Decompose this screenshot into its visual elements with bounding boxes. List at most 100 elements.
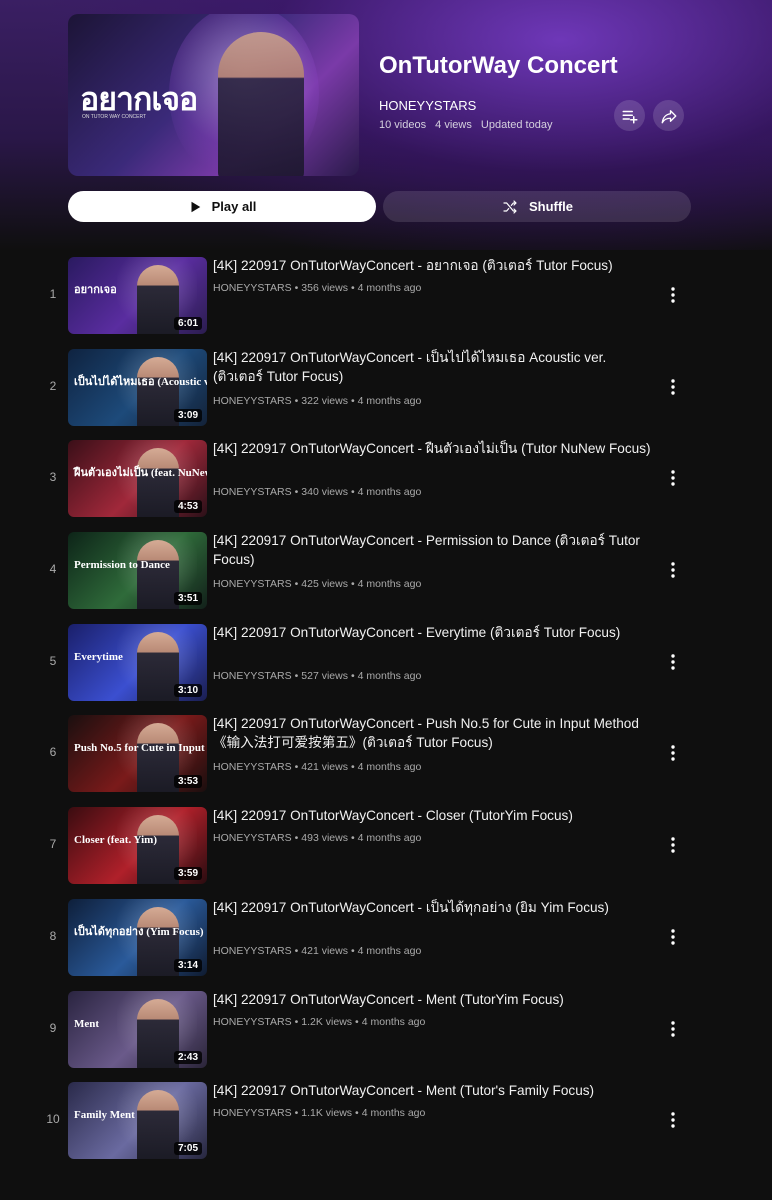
separator-dot: • xyxy=(294,761,299,774)
save-playlist-button[interactable] xyxy=(614,100,645,131)
separator-dot: • xyxy=(294,832,299,845)
video-row[interactable]: 10 Family Ment 7:05 [4K] 220917 OnTutorW… xyxy=(0,1081,772,1173)
shuffle-icon xyxy=(503,199,517,214)
video-meta: HONEYYSTARS • 356 views • 4 months ago xyxy=(213,282,421,294)
video-row[interactable]: 9 Ment 2:43 [4K] 220917 OnTutorWayConcer… xyxy=(0,990,772,1082)
video-age: 4 months ago xyxy=(361,1015,426,1028)
channel-name[interactable]: HONEYYSTARS xyxy=(213,945,292,957)
playlist-stats: 10 videos 4 views Updated today xyxy=(379,119,558,131)
more-actions-button[interactable] xyxy=(664,284,682,306)
video-row[interactable]: 3 ฝืนตัวเองไม่เป็น (feat. NuNew) 4:53 [4… xyxy=(0,439,772,531)
video-row[interactable]: 6 Push No.5 for Cute in Input Method 3:5… xyxy=(0,714,772,806)
more-actions-button[interactable] xyxy=(664,834,682,856)
video-thumbnail[interactable]: อยากเจอ 6:01 xyxy=(68,257,207,334)
channel-name[interactable]: HONEYYSTARS xyxy=(213,670,292,682)
video-duration: 3:59 xyxy=(173,867,202,881)
channel-name[interactable]: HONEYYSTARS xyxy=(213,1107,292,1119)
video-title[interactable]: [4K] 220917 OnTutorWayConcert - Everytim… xyxy=(213,623,657,642)
performer-image xyxy=(137,998,179,1068)
video-title[interactable]: [4K] 220917 OnTutorWayConcert - เป็นไปได… xyxy=(213,348,657,386)
performer-image xyxy=(137,540,179,610)
video-thumbnail[interactable]: เป็นไปได้ไหมเธอ (Acoustic ver.) 3:09 xyxy=(68,348,207,426)
video-title[interactable]: [4K] 220917 OnTutorWayConcert - Push No.… xyxy=(213,714,657,752)
more-actions-button[interactable] xyxy=(664,651,682,673)
more-actions-button[interactable] xyxy=(664,467,682,489)
video-thumbnail[interactable]: Ment 2:43 xyxy=(68,990,207,1068)
video-duration: 7:05 xyxy=(173,1142,202,1156)
video-row[interactable]: 7 Closer (feat. Yim) 3:59 [4K] 220917 On… xyxy=(0,806,772,898)
video-age: 4 months ago xyxy=(357,394,422,407)
video-age: 4 months ago xyxy=(361,1107,426,1120)
more-vert-icon xyxy=(671,287,675,303)
video-row[interactable]: 5 Everytime 3:10 [4K] 220917 OnTutorWayC… xyxy=(0,623,772,715)
separator-dot: • xyxy=(350,578,355,591)
thumbnail-label: เป็นไปได้ไหมเธอ (Acoustic ver.) xyxy=(74,375,207,388)
separator-dot: • xyxy=(350,761,355,774)
more-actions-button[interactable] xyxy=(664,376,682,398)
video-row[interactable]: 1 อยากเจอ 6:01 [4K] 220917 OnTutorWayCon… xyxy=(0,256,772,348)
video-thumbnail[interactable]: Permission to Dance 3:51 xyxy=(68,532,207,610)
video-duration: 3:53 xyxy=(173,775,202,789)
more-vert-icon xyxy=(671,929,675,945)
video-row[interactable]: 4 Permission to Dance 3:51 [4K] 220917 O… xyxy=(0,531,772,623)
video-title[interactable]: [4K] 220917 OnTutorWayConcert - ฝืนตัวเอ… xyxy=(213,439,657,458)
channel-name[interactable]: HONEYYSTARS xyxy=(213,486,292,498)
shuffle-button[interactable]: Shuffle xyxy=(383,191,691,222)
video-duration: 6:01 xyxy=(173,317,202,330)
video-duration: 3:51 xyxy=(173,592,202,606)
more-actions-button[interactable] xyxy=(664,742,682,764)
channel-name[interactable]: HONEYYSTARS xyxy=(213,578,292,590)
video-thumbnail[interactable]: เป็นได้ทุกอย่าง (Yim Focus) 3:14 xyxy=(68,898,207,976)
video-thumbnail[interactable]: Push No.5 for Cute in Input Method 3:53 xyxy=(68,715,207,793)
updated-label: Updated today xyxy=(480,119,553,131)
video-thumbnail[interactable]: Family Ment 7:05 xyxy=(68,1082,207,1160)
video-meta: HONEYYSTARS • 425 views • 4 months ago xyxy=(213,578,421,590)
video-title[interactable]: [4K] 220917 OnTutorWayConcert - Permissi… xyxy=(213,531,657,569)
playlist-thumbnail[interactable]: อยากเจอ ON TUTOR WAY CONCERT xyxy=(68,14,359,176)
channel-name[interactable]: HONEYYSTARS xyxy=(213,832,292,844)
channel-name[interactable]: HONEYYSTARS xyxy=(213,282,292,294)
more-actions-button[interactable] xyxy=(664,1109,682,1131)
share-icon xyxy=(661,109,676,123)
playlist-owner[interactable]: HONEYYSTARS xyxy=(379,98,476,113)
playlist-title: OnTutorWay Concert xyxy=(379,52,618,79)
video-views: 1.1K views xyxy=(301,1107,353,1120)
video-duration: 3:10 xyxy=(173,683,202,697)
thumbnail-label: ฝืนตัวเองไม่เป็น (feat. NuNew) xyxy=(74,467,207,480)
video-row[interactable]: 8 เป็นได้ทุกอย่าง (Yim Focus) 3:14 [4K] … xyxy=(0,898,772,990)
video-list: 1 อยากเจอ 6:01 [4K] 220917 OnTutorWayCon… xyxy=(0,256,772,1173)
separator-dot: • xyxy=(294,282,299,294)
channel-name[interactable]: HONEYYSTARS xyxy=(213,395,292,407)
playlist-add-icon xyxy=(622,110,637,123)
channel-name[interactable]: HONEYYSTARS xyxy=(213,761,292,773)
shuffle-label: Shuffle xyxy=(528,199,574,214)
video-row[interactable]: 2 เป็นไปได้ไหมเธอ (Acoustic ver.) 3:09 [… xyxy=(0,348,772,440)
video-thumbnail[interactable]: Closer (feat. Yim) 3:59 xyxy=(68,807,207,885)
more-vert-icon xyxy=(671,745,675,762)
video-title[interactable]: [4K] 220917 OnTutorWayConcert - Ment (Tu… xyxy=(213,1081,657,1100)
video-title[interactable]: [4K] 220917 OnTutorWayConcert - Closer (… xyxy=(213,806,657,825)
more-actions-button[interactable] xyxy=(664,559,682,581)
thumbnail-label: Push No.5 for Cute in Input Method xyxy=(74,742,207,755)
video-title[interactable]: [4K] 220917 OnTutorWayConcert - Ment (Tu… xyxy=(213,990,657,1009)
more-actions-button[interactable] xyxy=(664,926,682,948)
more-vert-icon xyxy=(671,378,675,395)
video-thumbnail[interactable]: ฝืนตัวเองไม่เป็น (feat. NuNew) 4:53 xyxy=(68,440,207,518)
video-thumbnail[interactable]: Everytime 3:10 xyxy=(68,623,207,701)
thumbnail-label: Permission to Dance xyxy=(74,559,170,572)
thumbnail-label: Ment xyxy=(74,1017,100,1030)
video-title[interactable]: [4K] 220917 OnTutorWayConcert - เป็นได้ท… xyxy=(213,898,657,917)
performer-image xyxy=(137,356,179,426)
performer-image xyxy=(137,815,179,885)
video-age: 4 months ago xyxy=(357,944,422,957)
video-age: 4 months ago xyxy=(357,486,422,499)
channel-name[interactable]: HONEYYSTARS xyxy=(213,1016,292,1028)
video-meta: HONEYYSTARS • 1.1K views • 4 months ago xyxy=(213,1107,425,1119)
video-title[interactable]: [4K] 220917 OnTutorWayConcert - อยากเจอ … xyxy=(213,256,657,275)
video-views: 493 views xyxy=(301,832,348,845)
play-all-label: Play all xyxy=(211,199,257,214)
more-actions-button[interactable] xyxy=(664,1018,682,1040)
performer-image xyxy=(137,906,179,976)
share-button[interactable] xyxy=(653,100,684,131)
play-all-button[interactable]: Play all xyxy=(68,191,376,222)
